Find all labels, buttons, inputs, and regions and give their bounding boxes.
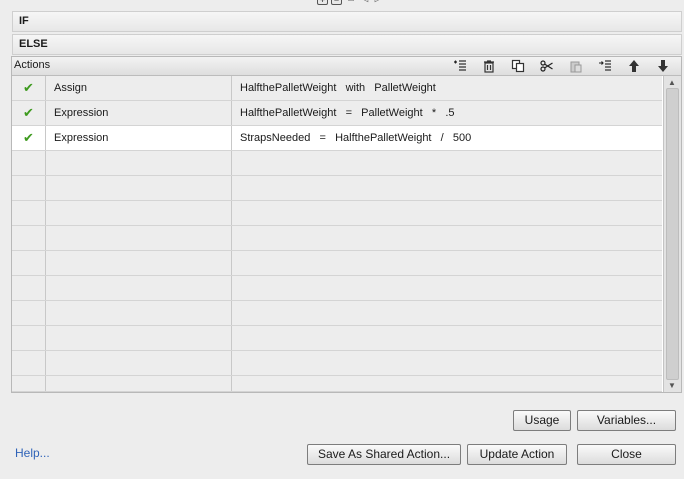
insert-before-icon[interactable] <box>590 58 619 74</box>
empty-row[interactable] <box>12 351 662 376</box>
add-icon[interactable]: + <box>317 0 328 5</box>
scroll-thumb[interactable] <box>666 88 679 380</box>
left-arrow-icon[interactable]: ◁ <box>359 0 370 5</box>
empty-cell <box>12 151 46 175</box>
action-detail-cell[interactable]: HalfthePalletWeight with PalletWeight <box>232 76 662 100</box>
table-row[interactable]: ✔ Expression HalfthePalletWeight = Palle… <box>12 101 662 126</box>
empty-row[interactable] <box>12 301 662 326</box>
empty-cell <box>12 376 46 391</box>
action-detail-cell[interactable]: StrapsNeeded = HalfthePalletWeight / 500 <box>232 126 662 150</box>
empty-cell <box>12 351 46 375</box>
empty-cell <box>232 376 662 391</box>
empty-cell <box>46 301 232 325</box>
insert-action-icon[interactable] <box>445 58 474 74</box>
move-down-icon[interactable] <box>648 58 677 74</box>
close-button[interactable]: Close <box>577 444 676 465</box>
empty-row[interactable] <box>12 226 662 251</box>
empty-row[interactable] <box>12 376 662 392</box>
usage-button[interactable]: Usage <box>513 410 571 431</box>
empty-cell <box>12 301 46 325</box>
copy-icon[interactable]: ⧉ <box>345 0 356 5</box>
move-up-icon[interactable] <box>619 58 648 74</box>
empty-row[interactable] <box>12 201 662 226</box>
action-type-cell[interactable]: Expression <box>46 101 232 125</box>
empty-cell <box>232 351 662 375</box>
right-arrow-icon[interactable]: ▷ <box>373 0 384 5</box>
enabled-cell[interactable]: ✔ <box>12 76 46 100</box>
action-type-cell[interactable]: Assign <box>46 76 232 100</box>
empty-cell <box>46 326 232 350</box>
update-action-button[interactable]: Update Action <box>467 444 567 465</box>
check-icon: ✔ <box>23 130 34 145</box>
empty-cell <box>12 176 46 200</box>
actions-panel: Actions ✔ Assign HalfthePalletWeight wit… <box>11 56 682 393</box>
empty-cell <box>232 276 662 300</box>
table-row[interactable]: ✔ Assign HalfthePalletWeight with Pallet… <box>12 76 662 101</box>
scroll-down-icon[interactable]: ▼ <box>668 381 676 390</box>
check-icon: ✔ <box>23 80 34 95</box>
empty-cell <box>12 276 46 300</box>
empty-cell <box>46 151 232 175</box>
empty-cell <box>232 201 662 225</box>
delete-icon[interactable] <box>474 58 503 74</box>
empty-row[interactable] <box>12 176 662 201</box>
empty-cell <box>46 276 232 300</box>
empty-cell <box>12 251 46 275</box>
else-section[interactable]: ELSE <box>12 34 682 55</box>
empty-cell <box>46 176 232 200</box>
empty-cell <box>12 226 46 250</box>
paste-icon[interactable] <box>561 58 590 74</box>
empty-cell <box>12 326 46 350</box>
copy-icon[interactable] <box>503 58 532 74</box>
empty-cell <box>46 201 232 225</box>
empty-row[interactable] <box>12 276 662 301</box>
cut-icon[interactable] <box>532 58 561 74</box>
empty-cell <box>232 176 662 200</box>
table-row[interactable]: ✔ Expression StrapsNeeded = HalfthePalle… <box>12 126 662 151</box>
top-toolbar: + − ⧉ ◁ ▷ <box>317 0 384 6</box>
empty-cell <box>46 251 232 275</box>
empty-cell <box>232 326 662 350</box>
empty-cell <box>232 151 662 175</box>
empty-row[interactable] <box>12 326 662 351</box>
empty-cell <box>46 226 232 250</box>
empty-cell <box>232 251 662 275</box>
scroll-up-icon[interactable]: ▲ <box>668 78 676 87</box>
empty-cell <box>46 351 232 375</box>
enabled-cell[interactable]: ✔ <box>12 126 46 150</box>
check-icon: ✔ <box>23 105 34 120</box>
action-detail-cell[interactable]: HalfthePalletWeight = PalletWeight * .5 <box>232 101 662 125</box>
empty-cell <box>232 301 662 325</box>
enabled-cell[interactable]: ✔ <box>12 101 46 125</box>
actions-toolbar <box>445 58 677 74</box>
empty-cell <box>46 376 232 391</box>
save-as-shared-action-button[interactable]: Save As Shared Action... <box>307 444 461 465</box>
empty-row[interactable] <box>12 151 662 176</box>
actions-header: Actions <box>12 57 681 76</box>
empty-cell <box>12 201 46 225</box>
vertical-scrollbar[interactable]: ▲ ▼ <box>663 76 681 392</box>
if-section[interactable]: IF <box>12 11 682 32</box>
help-link[interactable]: Help... <box>15 446 50 460</box>
remove-icon[interactable]: − <box>331 0 342 5</box>
actions-table: ✔ Assign HalfthePalletWeight with Pallet… <box>12 76 662 392</box>
empty-row[interactable] <box>12 251 662 276</box>
variables-button[interactable]: Variables... <box>577 410 676 431</box>
action-type-cell[interactable]: Expression <box>46 126 232 150</box>
empty-cell <box>232 226 662 250</box>
actions-title: Actions <box>14 59 51 71</box>
